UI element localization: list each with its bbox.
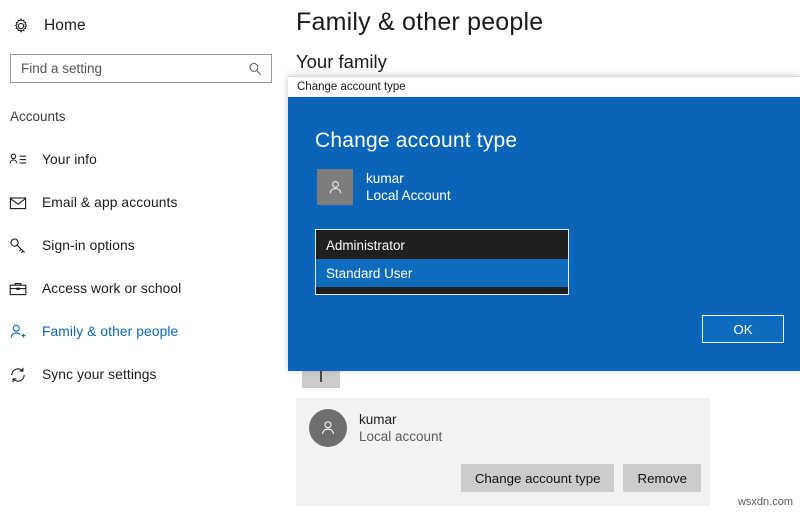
user-card-name: kumar bbox=[359, 411, 442, 428]
sidebar-item-your-info[interactable]: Your info bbox=[0, 138, 288, 181]
user-account-card: kumar Local account Change account type … bbox=[296, 398, 710, 506]
sidebar-item-sync-your-settings[interactable]: Sync your settings bbox=[0, 353, 288, 396]
account-type-dropdown-list[interactable]: Administrator Standard User bbox=[315, 229, 569, 295]
sidebar-item-label: Family & other people bbox=[42, 324, 178, 339]
watermark: wsxdn.com bbox=[738, 496, 793, 508]
avatar bbox=[309, 409, 347, 447]
sidebar-item-home[interactable]: Home bbox=[0, 0, 288, 40]
search-icon bbox=[248, 61, 263, 76]
search-input[interactable] bbox=[11, 55, 271, 82]
page-title: Family & other people bbox=[288, 0, 800, 37]
gear-icon bbox=[12, 17, 30, 35]
avatar bbox=[317, 169, 353, 205]
sidebar-item-family-other-people[interactable]: Family & other people bbox=[0, 310, 288, 353]
sync-icon bbox=[8, 365, 28, 385]
sidebar-item-label: Email & app accounts bbox=[42, 195, 177, 210]
key-icon bbox=[8, 236, 28, 256]
settings-sidebar: Home Accounts Your info bbox=[0, 0, 288, 512]
sidebar-item-label: Your info bbox=[42, 152, 97, 167]
envelope-icon bbox=[8, 193, 28, 213]
dialog-account-subtitle: Local Account bbox=[366, 187, 451, 204]
sidebar-item-sign-in-options[interactable]: Sign-in options bbox=[0, 224, 288, 267]
change-account-type-dialog: Change account type Change account type … bbox=[288, 76, 800, 370]
dropdown-filler bbox=[316, 287, 568, 293]
sidebar-item-label: Access work or school bbox=[42, 281, 181, 296]
sidebar-section-label: Accounts bbox=[0, 83, 288, 124]
sidebar-nav: Your info Email & app accounts Sign- bbox=[0, 138, 288, 396]
dialog-heading: Change account type bbox=[288, 97, 800, 153]
ok-button[interactable]: OK bbox=[702, 315, 784, 343]
dropdown-option-administrator[interactable]: Administrator bbox=[316, 231, 568, 259]
person-icon bbox=[326, 178, 345, 197]
dialog-titlebar-text: Change account type bbox=[288, 81, 406, 93]
user-card-actions: Change account type Remove bbox=[461, 464, 701, 492]
briefcase-icon bbox=[8, 279, 28, 299]
user-card-subtitle: Local account bbox=[359, 428, 442, 445]
person-add-icon bbox=[8, 322, 28, 342]
change-account-type-button[interactable]: Change account type bbox=[461, 464, 615, 492]
sidebar-item-label: Sign-in options bbox=[42, 238, 135, 253]
person-icon bbox=[318, 418, 338, 438]
dialog-body: Change account type kumar Local Account … bbox=[288, 97, 800, 371]
sidebar-item-label: Sync your settings bbox=[42, 367, 157, 382]
remove-account-button[interactable]: Remove bbox=[623, 464, 701, 492]
home-label: Home bbox=[44, 17, 86, 35]
dialog-titlebar[interactable]: Change account type bbox=[288, 76, 800, 97]
dialog-account-row: kumar Local Account bbox=[288, 153, 800, 205]
user-card-header: kumar Local account bbox=[296, 398, 710, 447]
sidebar-item-access-work-or-school[interactable]: Access work or school bbox=[0, 267, 288, 310]
search-box[interactable] bbox=[10, 54, 272, 83]
dialog-account-name: kumar bbox=[366, 170, 451, 187]
sidebar-item-email-app-accounts[interactable]: Email & app accounts bbox=[0, 181, 288, 224]
dropdown-option-standard-user[interactable]: Standard User bbox=[316, 259, 568, 287]
person-lines-icon bbox=[8, 150, 28, 170]
section-heading-your-family: Your family bbox=[288, 37, 800, 73]
